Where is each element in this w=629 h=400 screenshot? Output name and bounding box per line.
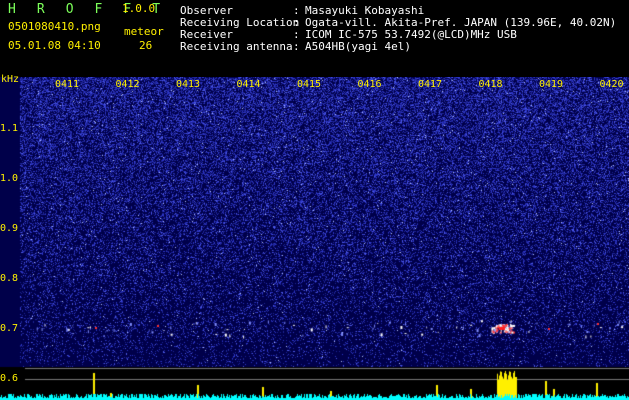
x-tick-label: 0411 (55, 79, 80, 90)
antenna-sep: : (293, 40, 300, 53)
receiver-label: Receiver (180, 28, 233, 41)
y-tick-label: 1.0 (0, 173, 19, 184)
x-tick-label: 0415 (297, 79, 322, 90)
antenna-value: A504HB(yagi 4el) (305, 40, 411, 53)
observer-value: Masayuki Kobayashi (305, 4, 425, 17)
header-panel: H R O F F T 1.0.0 0501080410.png meteor … (0, 0, 629, 76)
x-tick-label: 0414 (236, 79, 261, 90)
meteor-label: meteor (124, 25, 164, 38)
location-label: Receiving Location (180, 16, 300, 29)
spectrogram-canvas (0, 77, 629, 400)
location-value: Ogata-vill. Akita-Pref. JAPAN (139.96E, … (305, 16, 617, 29)
y-axis-unit: kHz (1, 74, 20, 85)
y-tick-label: 0.9 (0, 223, 19, 234)
antenna-label: Receiving antenna (180, 40, 293, 53)
y-tick-label: 0.8 (0, 273, 19, 284)
app-version: 1.0.0 (122, 2, 156, 15)
y-tick-label: 0.6 (0, 373, 19, 384)
y-tick-label: 0.7 (0, 323, 19, 334)
x-tick-label: 0418 (478, 79, 503, 90)
x-tick-label: 0420 (599, 79, 624, 90)
receiver-sep: : (293, 28, 300, 41)
meteor-count: 26 (139, 39, 153, 52)
x-tick-label: 0413 (176, 79, 201, 90)
y-tick-label: 1.1 (0, 123, 19, 134)
receiver-value: ICOM IC-575 53.7492(@LCD)MHz USB (305, 28, 517, 41)
location-sep: : (293, 16, 300, 29)
x-tick-label: 0419 (539, 79, 564, 90)
observer-sep: : (293, 4, 300, 17)
file-name: 0501080410.png (8, 20, 101, 33)
observer-label: Observer (180, 4, 233, 17)
date-time: 05.01.08 04:10 (8, 39, 101, 52)
x-tick-label: 0417 (418, 79, 443, 90)
x-tick-label: 0416 (357, 79, 382, 90)
x-tick-label: 0412 (115, 79, 140, 90)
